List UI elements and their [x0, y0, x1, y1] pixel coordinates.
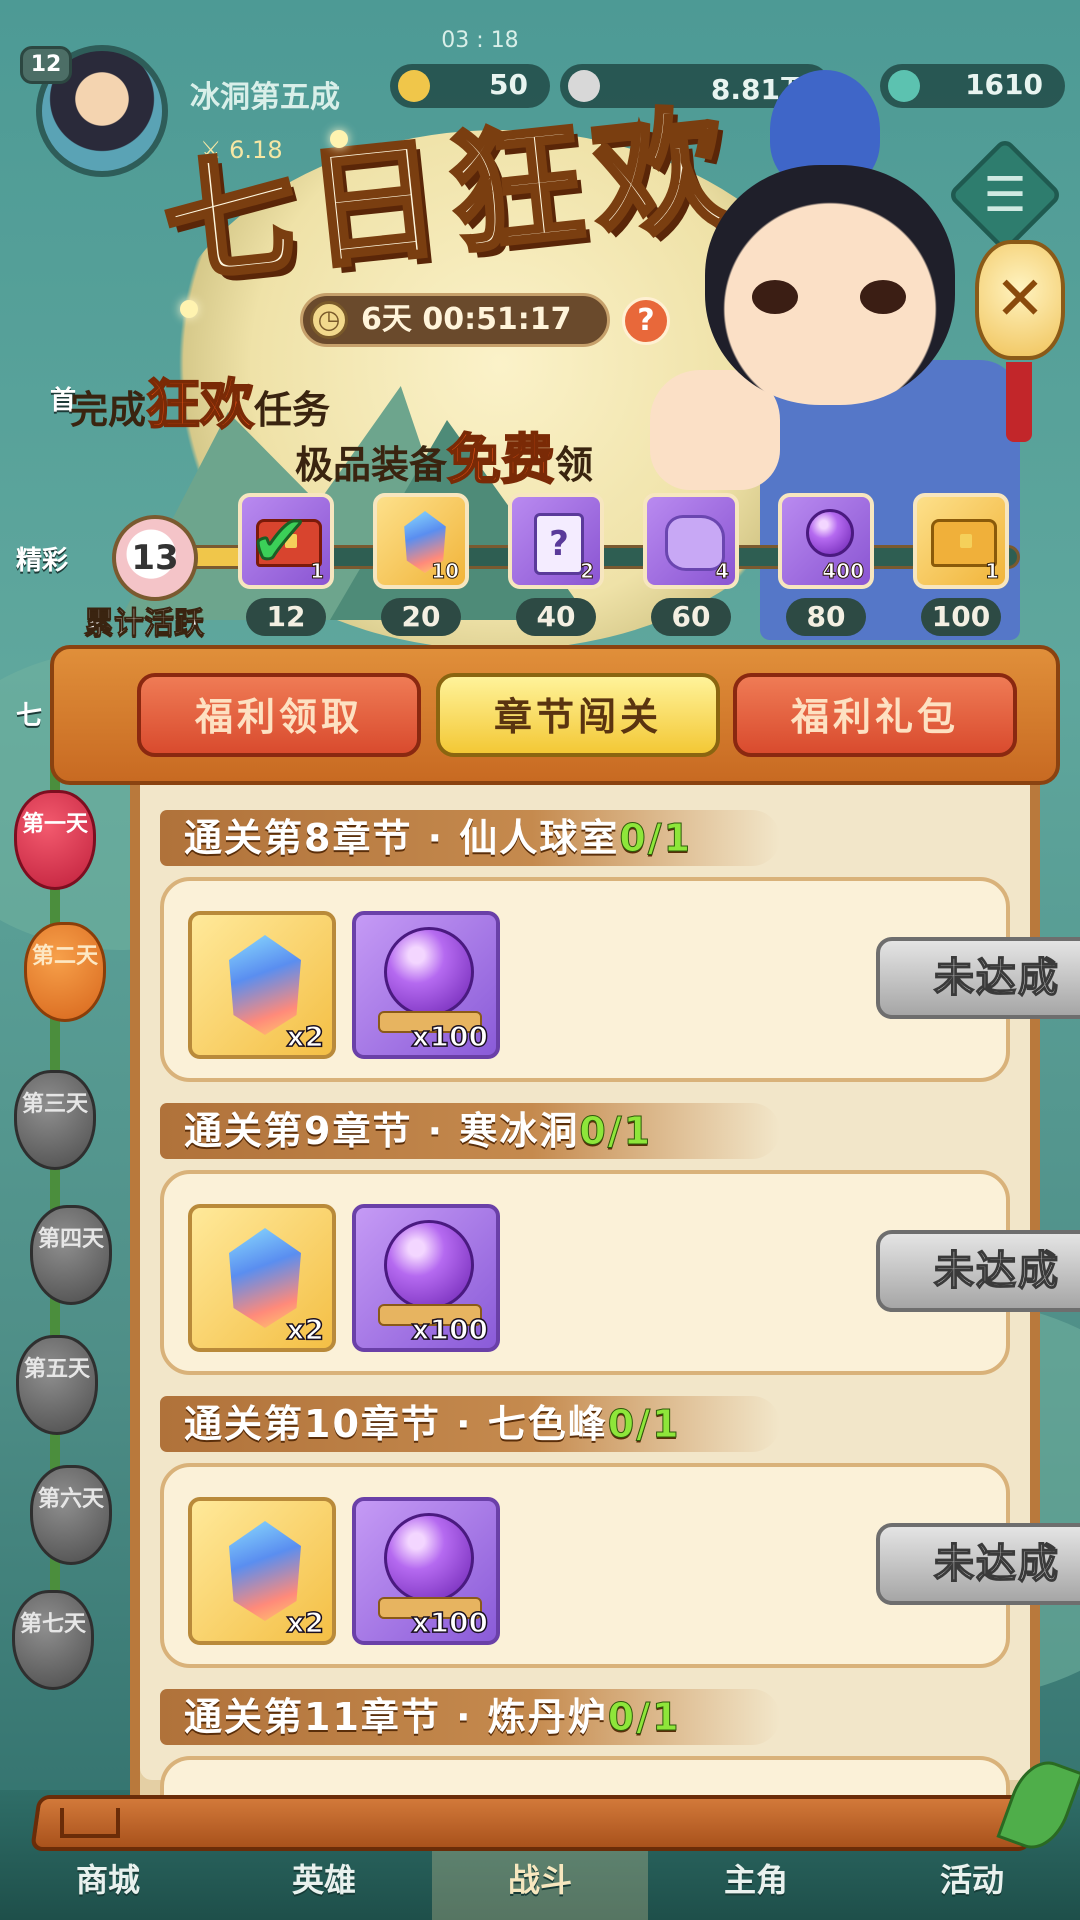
quest-title: 通关第8章节 · 仙人球室0/1	[160, 810, 780, 866]
panel-bottom-frame	[30, 1795, 1038, 1851]
purple-orb-icon	[806, 509, 854, 557]
reward-slot[interactable]: x2	[188, 911, 336, 1059]
milestone-threshold: 20	[381, 598, 461, 636]
clock-icon: ◷	[310, 301, 348, 339]
day-selector-4[interactable]: 第四天	[30, 1205, 112, 1305]
reward-qty: x100	[411, 1312, 489, 1347]
milestone-count: 4	[715, 559, 730, 584]
close-icon: ✕	[994, 264, 1046, 334]
activity-label: 累计活跃	[84, 606, 205, 642]
sparkle-decoration	[330, 130, 348, 148]
player-level-badge: 12	[20, 46, 72, 84]
gem-icon	[888, 70, 920, 102]
nav-battle[interactable]: 战斗	[432, 1855, 648, 1901]
day-selector-7[interactable]: 第七天	[12, 1590, 94, 1690]
quest-card	[160, 1756, 1010, 1796]
quest-progress: 0/1	[607, 1402, 681, 1447]
milestone-threshold: 60	[651, 598, 731, 636]
quest-title: 通关第11章节 · 炼丹炉0/1	[160, 1689, 780, 1745]
slogan-text: 完成	[70, 388, 147, 432]
close-button[interactable]: ✕	[975, 240, 1065, 360]
day-selector-2[interactable]: 第二天	[24, 922, 106, 1022]
panel-ornament	[60, 1808, 120, 1838]
nav-shop[interactable]: 商城	[0, 1855, 216, 1901]
reward-qty: x2	[286, 1605, 325, 1640]
milestone-reward-60[interactable]: 4	[643, 493, 739, 589]
day-selector-3[interactable]: 第三天	[14, 1070, 96, 1170]
help-button[interactable]: ?	[622, 297, 670, 345]
milestone-reward-100[interactable]: 1	[913, 493, 1009, 589]
reward-qty: x100	[411, 1019, 489, 1054]
side-shortcut-label: 七	[16, 701, 43, 731]
lantern-tassel	[1006, 362, 1032, 442]
milestone-reward-12[interactable]: ✔ 1	[238, 493, 334, 589]
milestone-count: 400	[822, 559, 865, 584]
milestone-reward-80[interactable]: 400	[778, 493, 874, 589]
reward-qty: x2	[286, 1312, 325, 1347]
reward-qty: x2	[286, 1019, 325, 1054]
quest-card: x2 x100 未达成	[160, 877, 1080, 1082]
milestone-count: 10	[431, 559, 460, 584]
reward-slot[interactable]: x2	[188, 1497, 336, 1645]
milestone-count: 1	[310, 559, 325, 584]
milestone-threshold: 12	[246, 598, 326, 636]
purple-orb-icon	[384, 927, 474, 1017]
reward-slot[interactable]: x100	[352, 1497, 500, 1645]
nav-activity[interactable]: 活动	[864, 1855, 1080, 1901]
tab-welfare-pack[interactable]: 福利礼包	[733, 673, 1017, 757]
reward-slot[interactable]: x100	[352, 911, 500, 1059]
reward-slot[interactable]: x100	[352, 1204, 500, 1352]
menu-icon: ☰	[983, 167, 1027, 223]
tab-welfare-claim[interactable]: 福利领取	[137, 673, 421, 757]
reward-slot[interactable]: x2	[188, 1204, 336, 1352]
quest-status-button[interactable]: 未达成	[876, 937, 1080, 1019]
resource-gem-value: 1610	[965, 68, 1043, 101]
quest-progress: 0/1	[607, 1695, 681, 1740]
nav-heroes[interactable]: 英雄	[216, 1855, 432, 1901]
quest-title: 通关第10章节 · 七色峰0/1	[160, 1396, 780, 1452]
quest-title-text: 通关第10章节 · 七色峰	[184, 1402, 608, 1446]
milestone-reward-20[interactable]: 10	[373, 493, 469, 589]
tab-chapter-challenge[interactable]: 章节闯关	[436, 673, 720, 757]
purple-orb-icon	[384, 1220, 474, 1310]
slogan-text: 极品装备	[295, 443, 448, 487]
quest-title-text: 通关第11章节 · 炼丹炉	[184, 1695, 608, 1739]
activity-points-peach: 13	[112, 515, 198, 601]
milestone-count: 1	[985, 559, 1000, 584]
milestone-threshold: 80	[786, 598, 866, 636]
slogan-highlight: 狂欢	[145, 372, 255, 437]
day-selector-5[interactable]: 第五天	[16, 1335, 98, 1435]
day-selector-6[interactable]: 第六天	[30, 1465, 112, 1565]
nav-protagonist[interactable]: 主角	[648, 1855, 864, 1901]
quest-card: x2 x100 未达成	[160, 1463, 1080, 1668]
event-slogan-2: 极品装备免费领	[295, 415, 593, 494]
milestone-threshold: 100	[921, 598, 1001, 636]
reward-qty: x100	[411, 1605, 489, 1640]
quest-status-button[interactable]: 未达成	[876, 1523, 1080, 1605]
mystery-card-icon: ?	[534, 513, 584, 575]
side-shortcut-label: 精彩	[16, 546, 69, 576]
hero-illustration-eye	[752, 280, 798, 314]
quest-title-text: 通关第9章节 · 寒冰洞	[184, 1109, 580, 1153]
quest-title: 通关第9章节 · 寒冰洞0/1	[160, 1103, 780, 1159]
slogan-highlight: 免费	[446, 427, 556, 492]
quest-title-text: 通关第8章节 · 仙人球室	[184, 816, 620, 860]
slogan-text: 领	[555, 443, 594, 487]
quest-progress: 0/1	[619, 816, 693, 861]
quest-card: x2 x100 未达成	[160, 1170, 1080, 1375]
sparkle-decoration	[180, 300, 198, 318]
quest-status-button[interactable]: 未达成	[876, 1230, 1080, 1312]
day-selector-1[interactable]: 第一天	[14, 790, 96, 890]
purple-orb-icon	[384, 1513, 474, 1603]
quest-progress: 0/1	[579, 1109, 653, 1154]
milestone-reward-40[interactable]: ? 2	[508, 493, 604, 589]
milestone-count: 2	[580, 559, 595, 584]
status-clock: 03 : 18	[441, 28, 519, 53]
hero-illustration-face	[705, 165, 955, 405]
resource-gem[interactable]: 1610	[880, 64, 1065, 108]
milestone-threshold: 40	[516, 598, 596, 636]
event-slogan-1: 完成狂欢任务	[70, 360, 330, 439]
hero-illustration-eye	[860, 280, 906, 314]
